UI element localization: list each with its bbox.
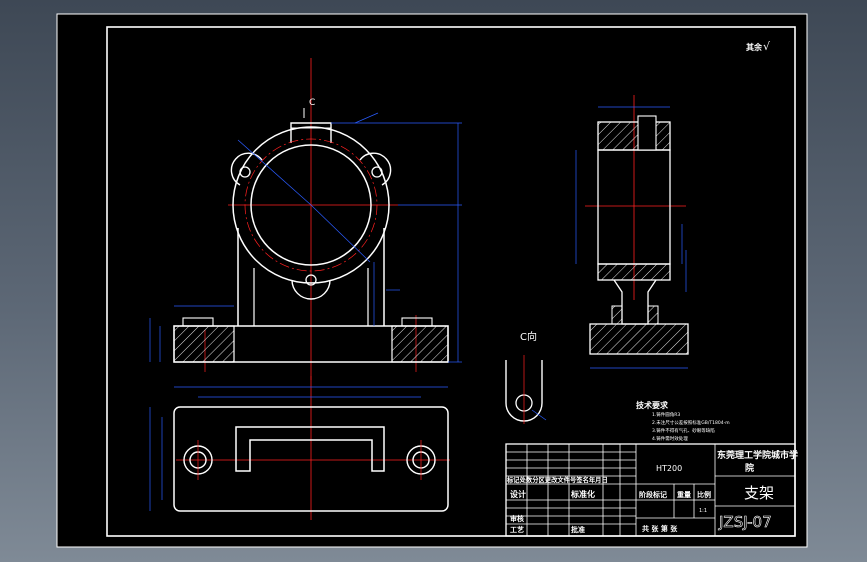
left-base-section-hatch: [173, 325, 235, 363]
tech-req-title: 技术要求: [636, 400, 669, 410]
sheet-info: 共 张 第 张: [642, 524, 678, 533]
material: HT200: [656, 464, 682, 473]
paper-area: [57, 14, 807, 547]
scale-label: 比例: [697, 490, 711, 499]
side-web-left-hatch: [611, 305, 623, 325]
school-name-line-2: 院: [745, 462, 754, 474]
design-label: 设计: [510, 489, 526, 499]
roughness-symbol: √: [763, 40, 771, 53]
weight-label: 重量: [677, 490, 691, 499]
tech-req-item-1: 1.铸件圆角R3: [652, 411, 680, 418]
scale-value: 1:1: [699, 508, 707, 514]
approve-label: 批准: [571, 525, 585, 534]
c-view-title: C向: [520, 330, 537, 343]
side-top-wall-section: [597, 121, 671, 151]
tech-req-item-4: 4.铸件需时效处理: [652, 435, 688, 442]
drawing-sheet: 其余 √ C C向 技术要求 1.铸件圆角R3 2.未注尺寸公差按照标准GB/T…: [56, 13, 808, 548]
school-name-line-1: 东莞理工学院城市学: [717, 449, 798, 461]
header-row: 标记处数分区更改文件号签名年月日: [506, 475, 608, 484]
process-label: 工艺: [510, 525, 524, 534]
right-base-section-hatch: [391, 325, 449, 363]
side-oil-hole: [637, 115, 657, 151]
tech-req-item-2: 2.未注尺寸公差按照标准GB/T1804-m: [652, 419, 730, 426]
drawing-number: JZSJ-07: [718, 513, 772, 531]
side-base-section: [589, 323, 689, 355]
view-c-arrow-label: C: [309, 98, 315, 108]
side-bottom-wall-section: [597, 263, 671, 281]
review-label: 审核: [510, 514, 524, 523]
stage-mark-label: 阶段标记: [639, 490, 667, 499]
roughness-note: 其余: [746, 42, 763, 52]
side-web-right-hatch: [647, 305, 659, 325]
tech-req-item-3: 3.铸件不得有气孔、砂眼等缺陷: [652, 427, 715, 434]
standardize-label: 标准化: [570, 489, 595, 499]
part-name: 支架: [744, 484, 774, 502]
